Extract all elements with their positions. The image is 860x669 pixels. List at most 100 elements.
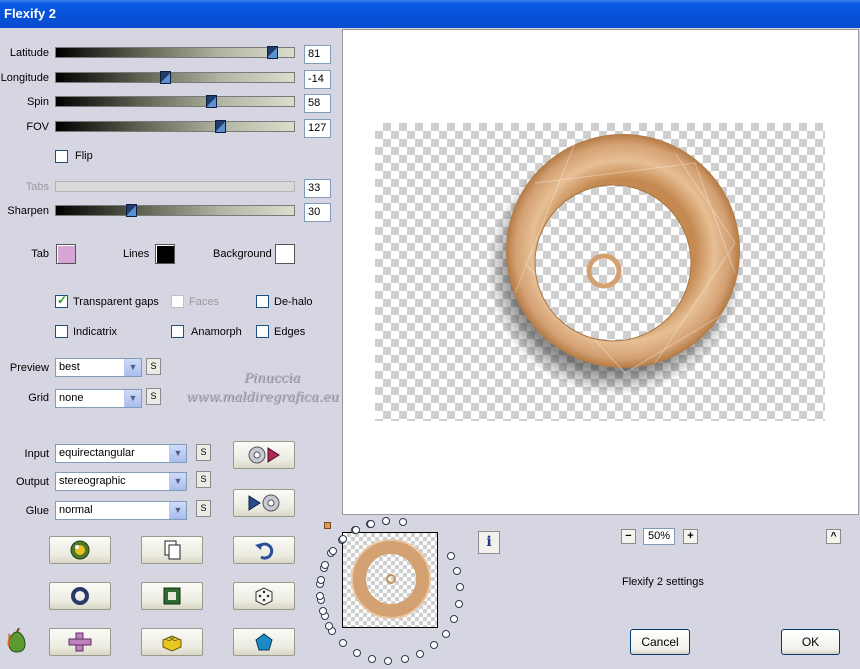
sharpen-slider[interactable] — [55, 204, 295, 217]
chevron-down-icon[interactable]: ▼ — [124, 390, 141, 407]
lines-color-label: Lines — [123, 248, 150, 260]
window-title: Flexify 2 — [4, 6, 57, 21]
tabs-slider[interactable] — [55, 181, 295, 192]
tab-color-swatch[interactable] — [56, 244, 76, 264]
dial-handle[interactable] — [324, 522, 331, 529]
randomize-ball-button[interactable] — [49, 536, 111, 564]
dial-dot[interactable] — [455, 583, 464, 592]
dial-dot[interactable] — [328, 546, 337, 555]
dial-dot[interactable] — [416, 650, 425, 659]
output-select-value: stereographic — [59, 475, 126, 487]
dial-dot[interactable] — [430, 641, 439, 650]
flip-label: Flip — [75, 150, 93, 162]
lines-color-swatch[interactable] — [155, 244, 175, 264]
fov-slider[interactable] — [55, 120, 295, 133]
ok-button[interactable]: OK — [781, 629, 840, 655]
tabs-value[interactable]: 33 — [304, 179, 331, 198]
input-s-button[interactable]: S — [196, 444, 211, 461]
sharpen-slider-thumb[interactable] — [126, 204, 137, 217]
random-dice-button[interactable] — [233, 582, 295, 610]
dial-dot[interactable] — [316, 576, 325, 585]
tab-color-label: Tab — [31, 248, 49, 260]
latitude-slider[interactable] — [55, 46, 295, 59]
output-select[interactable]: stereographic ▼ — [55, 472, 187, 491]
flip-checkbox[interactable] — [55, 150, 68, 163]
longitude-slider-thumb[interactable] — [160, 71, 171, 84]
square-frame-button[interactable] — [141, 582, 203, 610]
input-select-value: equirectangular — [59, 447, 135, 459]
zoom-value[interactable]: 50% — [643, 528, 675, 545]
dial-dot[interactable] — [384, 656, 393, 665]
dial-dot[interactable] — [453, 567, 462, 576]
spin-value[interactable]: 58 — [304, 94, 331, 113]
dial-dot[interactable] — [366, 519, 375, 528]
glue-select[interactable]: normal ▼ — [55, 501, 187, 520]
latitude-slider-thumb[interactable] — [267, 46, 278, 59]
longitude-value[interactable]: -14 — [304, 70, 331, 89]
output-s-button[interactable]: S — [196, 471, 211, 488]
forward-disc-icon — [248, 494, 280, 512]
spin-slider[interactable] — [55, 95, 295, 108]
zoom-out-button[interactable]: − — [621, 529, 636, 544]
indicatrix-label: Indicatrix — [73, 326, 118, 338]
dial-dot[interactable] — [321, 560, 330, 569]
glue-s-button[interactable]: S — [196, 500, 211, 517]
copy-button[interactable] — [141, 536, 203, 564]
grid-s-button[interactable]: S — [146, 388, 161, 405]
input-label: Input — [24, 448, 49, 460]
transparent-gaps-checkbox[interactable]: ✓ — [55, 293, 68, 308]
tabs-label: Tabs — [25, 181, 49, 193]
ring-shape-button[interactable] — [49, 582, 111, 610]
play-back-button[interactable] — [233, 489, 295, 517]
latitude-label: Latitude — [9, 47, 49, 59]
edges-checkbox[interactable] — [256, 325, 269, 338]
fov-value[interactable]: 127 — [304, 119, 331, 138]
square-frame-icon — [163, 587, 181, 605]
play-forward-button[interactable] — [233, 441, 295, 469]
chevron-down-icon[interactable]: ▼ — [169, 445, 186, 462]
preview-panel[interactable] — [342, 29, 859, 515]
flaming-pear-logo-icon — [5, 627, 29, 654]
faces-checkbox[interactable] — [171, 295, 184, 308]
dial-dot[interactable] — [454, 599, 463, 608]
dial-dot[interactable] — [446, 552, 455, 560]
chevron-down-icon[interactable]: ▼ — [169, 473, 186, 490]
de-halo-checkbox[interactable] — [256, 295, 269, 308]
dial-dot[interactable] — [339, 639, 348, 648]
ring-icon — [71, 587, 89, 605]
spin-label: Spin — [26, 96, 49, 108]
zoom-in-button[interactable]: + — [683, 529, 698, 544]
dial-dot[interactable] — [352, 525, 361, 534]
undo-button[interactable] — [233, 536, 295, 564]
dial-dot[interactable] — [441, 629, 450, 638]
dial-dot[interactable] — [367, 654, 376, 663]
longitude-slider[interactable] — [55, 71, 295, 84]
chevron-down-icon[interactable]: ▼ — [169, 502, 186, 519]
collapse-up-button[interactable]: ^ — [826, 529, 841, 544]
spin-slider-thumb[interactable] — [206, 95, 217, 108]
input-select[interactable]: equirectangular ▼ — [55, 444, 187, 463]
pentagon-shape-button[interactable] — [233, 628, 295, 656]
preview-s-button[interactable]: S — [146, 358, 161, 375]
preview-select[interactable]: best ▼ — [55, 358, 142, 377]
info-button[interactable]: i — [478, 531, 500, 554]
dial-dot[interactable] — [398, 518, 407, 527]
dial-dot[interactable] — [316, 591, 325, 600]
title-bar[interactable]: Flexify 2 — [0, 0, 860, 28]
dial-dot[interactable] — [449, 615, 458, 624]
background-color-swatch[interactable] — [275, 244, 295, 264]
navigator-thumbnail[interactable] — [342, 532, 438, 628]
anamorph-checkbox[interactable] — [171, 325, 184, 338]
dial-dot[interactable] — [352, 648, 361, 657]
sharpen-value[interactable]: 30 — [304, 203, 331, 222]
cross-shape-button[interactable] — [49, 628, 111, 656]
latitude-value[interactable]: 81 — [304, 45, 331, 64]
cancel-button[interactable]: Cancel — [630, 629, 690, 655]
dial-dot[interactable] — [382, 517, 391, 526]
chevron-down-icon[interactable]: ▼ — [124, 359, 141, 376]
dial-dot[interactable] — [400, 655, 409, 664]
grid-select[interactable]: none ▼ — [55, 389, 142, 408]
lego-brick-button[interactable] — [141, 628, 203, 656]
indicatrix-checkbox[interactable] — [55, 325, 68, 338]
fov-slider-thumb[interactable] — [215, 120, 226, 133]
